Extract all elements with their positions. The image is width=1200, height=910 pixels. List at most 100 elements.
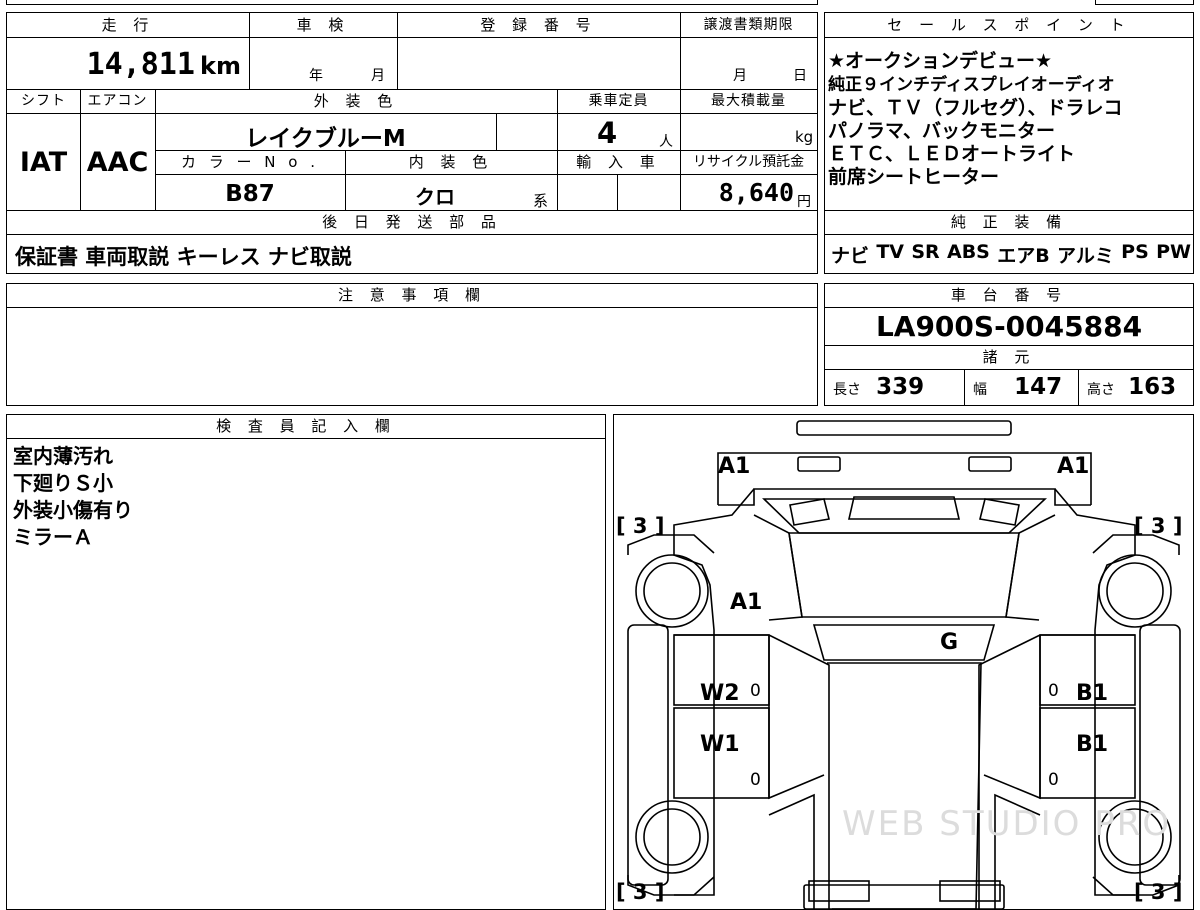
exterior-color-header: 外 装 色: [313, 92, 399, 110]
notes-header: 注 意 事 項 欄: [337, 286, 487, 304]
windshield: [788, 532, 1020, 618]
registration-header: 登 録 番 号: [480, 16, 597, 34]
equipment-list: ナビ TV SR ABS エアB アルミ PS PW: [831, 241, 1191, 268]
import-header: 輸 入 車: [576, 153, 661, 171]
label-b1-lower: B1: [1076, 732, 1108, 757]
tire-rear-left: [ 3 ]: [616, 880, 664, 904]
sales-line-1: ★オークションデビュー★: [828, 50, 1053, 72]
shift-value: IAT: [19, 147, 68, 178]
equip-navi: ナビ: [831, 245, 870, 267]
zero-mark-1: 0: [750, 681, 761, 701]
car-diagram: A1 A1 A1 G W2 W1 B1 B1 [ 3 ] [ 3 ] [ 3 ]…: [616, 420, 1182, 909]
spec-height-value: 163: [1128, 374, 1177, 400]
sales-line-2: 純正９インチディスプレイオーディオ: [828, 75, 1115, 95]
exterior-color-value: レイクブルーM: [245, 126, 406, 152]
inspector-line-1: 室内薄汚れ: [13, 444, 113, 468]
zero-mark-3: 0: [1048, 681, 1059, 701]
mileage-value: 14,811 km: [7, 45, 247, 85]
chassis-header: 車 台 番 号: [950, 286, 1068, 304]
spec-width-value: 147: [1014, 374, 1063, 400]
roof-antenna: [796, 420, 1012, 436]
later-parts-value: 保証書 車両取説 キーレス ナビ取説: [15, 245, 352, 269]
top-strip-right: [1095, 0, 1194, 5]
ac-header: エアコン: [87, 93, 148, 109]
tire-front-right: [ 3 ]: [1134, 514, 1182, 538]
roof: [812, 624, 996, 661]
shaken-year: 年: [309, 68, 323, 84]
equip-airbag: エアB: [997, 245, 1050, 267]
inspector-header: 検 査 員 記 入 欄: [216, 417, 396, 435]
sales-point-header: セ ー ル ス ポ イ ン ト: [887, 16, 1131, 34]
chassis-box: 車 台 番 号 LA900S-0045884 諸 元 長さ 339 幅 147 …: [824, 283, 1194, 406]
roof-panel: [827, 662, 982, 909]
inspector-box: 検 査 員 記 入 欄 室内薄汚れ 下廻りＳ小 外装小傷有り ミラーＡ: [6, 414, 606, 910]
sales-line-4: パノラマ、バックモニター: [828, 120, 1056, 142]
wheel-rear-left: [635, 800, 709, 874]
tire-rear-right: [ 3 ]: [1134, 880, 1182, 904]
headlight-right: [968, 456, 1012, 472]
right-rocker: [1139, 624, 1181, 886]
sales-line-6: 前席シートヒーター: [828, 166, 1000, 188]
interior-color-value: クロ: [415, 185, 455, 209]
capacity-unit: 人: [659, 134, 673, 150]
sales-line-5: ＥＴＣ、ＬＥＤオートライト: [828, 143, 1076, 165]
interior-color-suffix: 系: [533, 192, 549, 210]
mileage-number: 14,811: [86, 47, 195, 82]
label-a1-front-left: A1: [718, 454, 750, 479]
zero-mark-2: 0: [750, 770, 761, 790]
capacity-header: 乗車定員: [588, 93, 649, 109]
label-g: G: [940, 630, 958, 655]
tire-front-left: [ 3 ]: [616, 514, 664, 538]
mileage-header: 走 行: [101, 16, 155, 34]
zero-mark-4: 0: [1048, 770, 1059, 790]
spec-width: 幅 147: [973, 374, 1062, 400]
equip-sr: SR: [911, 241, 940, 263]
max-load-header: 最大積載量: [711, 93, 786, 109]
capacity-value: 4: [597, 116, 618, 150]
vehicle-info-table: 走 行 車 検 登 録 番 号 譲渡書類期限 14,811 km 年 月 月 日…: [6, 12, 818, 274]
equip-abs: ABS: [947, 241, 990, 263]
inspector-line-3: 外装小傷有り: [13, 498, 133, 522]
top-strip: [6, 0, 818, 5]
left-rocker: [627, 624, 669, 886]
transfer-day: 日: [793, 68, 807, 84]
interior-color-header: 内 装 色: [408, 153, 494, 171]
ac-value: AAC: [86, 147, 149, 178]
watermark: WEB STUDIO PRO: [842, 804, 1171, 844]
spec-length: 長さ 339: [833, 374, 924, 400]
recycle-unit: 円: [797, 194, 811, 210]
max-load-unit: kg: [795, 128, 814, 146]
transfer-deadline-header: 譲渡書類期限: [703, 17, 794, 33]
equip-alloy: アルミ: [1057, 245, 1114, 267]
shift-header: シフト: [21, 93, 66, 109]
shaken-month: 月: [371, 68, 385, 84]
equip-tv: TV: [876, 241, 905, 263]
rear-bumper: [803, 884, 1005, 909]
equip-ps: PS: [1121, 241, 1149, 263]
notes-box: 注 意 事 項 欄: [6, 283, 818, 406]
later-parts-header: 後 日 発 送 部 品: [322, 213, 502, 231]
inspector-line-2: 下廻りＳ小: [13, 471, 113, 495]
label-w1: W1: [700, 732, 740, 757]
wheel-front-right: [1098, 554, 1172, 628]
spec-height: 高さ 163: [1087, 374, 1176, 400]
car-diagram-box: A1 A1 A1 G W2 W1 B1 B1 [ 3 ] [ 3 ] [ 3 ]…: [613, 414, 1194, 910]
transfer-month: 月: [733, 68, 747, 84]
spec-length-label: 長さ: [833, 382, 861, 398]
label-b1-upper: B1: [1076, 681, 1108, 706]
inspector-line-4: ミラーＡ: [13, 525, 93, 549]
label-w2: W2: [700, 681, 740, 706]
hood: [762, 498, 1048, 534]
mileage-unit: km: [200, 52, 241, 80]
headlight-left: [797, 456, 841, 472]
color-no-header: カ ラ ー N o .: [180, 153, 319, 171]
label-a1-center: A1: [730, 590, 762, 615]
sales-point-box: セ ー ル ス ポ イ ン ト ★オークションデビュー★ 純正９インチディスプレ…: [824, 12, 1194, 274]
recycle-value: 8,640: [718, 178, 794, 207]
spec-height-label: 高さ: [1087, 382, 1115, 398]
specs-header: 諸 元: [982, 348, 1036, 366]
color-no-value: B87: [225, 181, 275, 207]
equip-pw: PW: [1156, 241, 1191, 263]
recycle-header: リサイクル預託金: [692, 154, 805, 170]
wheel-front-left: [635, 554, 709, 628]
